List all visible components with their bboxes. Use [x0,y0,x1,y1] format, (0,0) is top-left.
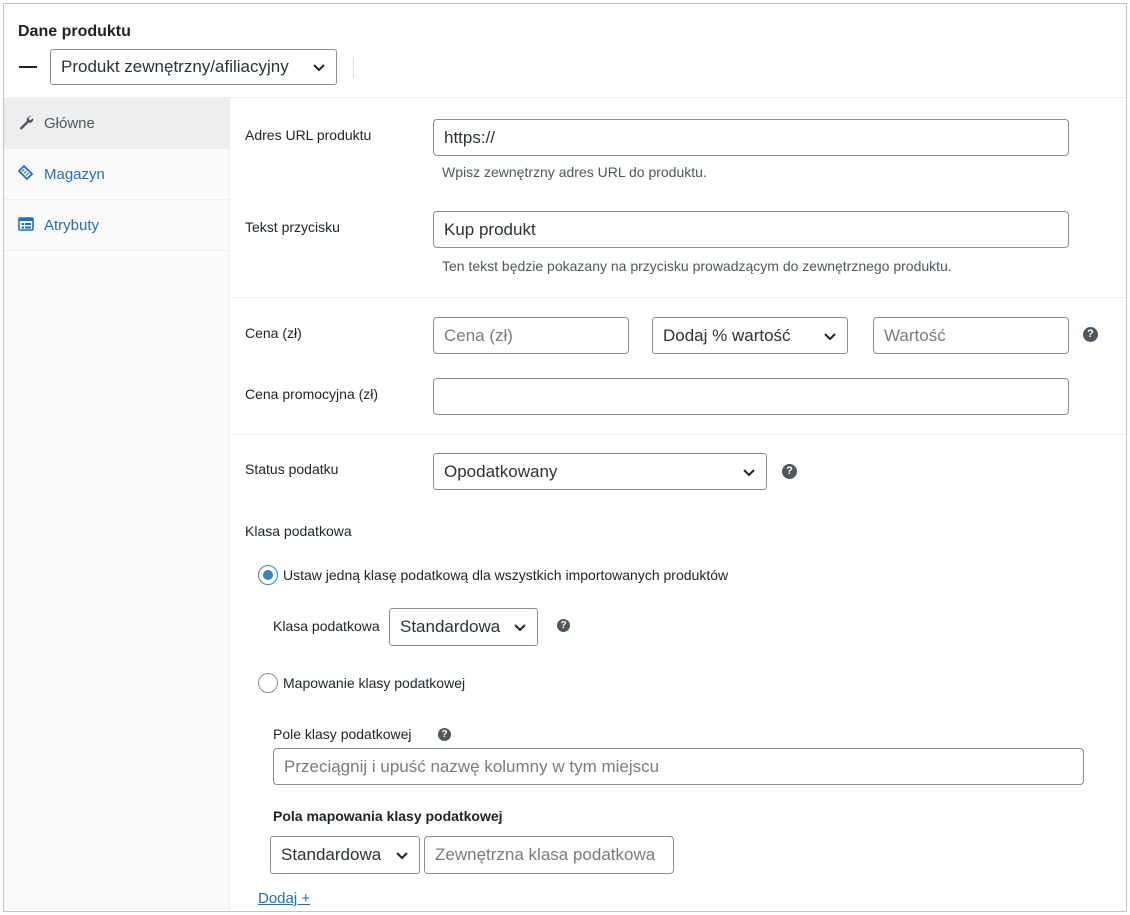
radio-single-tax-class[interactable] [258,565,278,585]
price-value-placeholder: Wartość [884,325,946,345]
tax-class-value: Standardowa [400,617,501,636]
collapse-toggle[interactable] [19,66,37,68]
tax-class-field-label: Pole klasy podatkowej [273,726,412,742]
mapping-tax-class-select[interactable]: Standardowa [270,836,420,874]
price-label: Cena (zł) [245,325,302,341]
chevron-down-icon [514,624,526,632]
tax-class-heading: Klasa podatkowa [245,523,352,539]
tax-class-field-placeholder: Przeciągnij i upuść nazwę kolumny w tym … [284,756,660,776]
chevron-down-icon [396,852,408,860]
header-separator [353,57,354,78]
tax-status-select[interactable]: Opodatkowany [433,453,767,490]
tab-general-label: Główne [44,115,95,132]
radio-mapping-label: Mapowanie klasy podatkowej [283,675,466,691]
section-divider [230,297,1126,298]
product-data-panel: Dane produktu Produkt zewnętrzny/afiliac… [3,3,1127,912]
url-label: Adres URL produktu [245,127,372,143]
sale-price-input[interactable] [433,378,1069,415]
help-icon[interactable]: ? [1083,327,1098,342]
button-text-label: Tekst przycisku [245,219,340,235]
tab-inventory[interactable]: Magazyn [4,149,229,200]
tab-attributes[interactable]: Atrybuty [4,200,229,251]
radio-tax-mapping[interactable] [258,673,278,693]
list-icon [18,217,34,231]
chevron-down-icon [313,64,325,72]
help-icon[interactable]: ? [438,728,451,741]
price-placeholder: Cena (zł) [444,325,513,345]
external-tax-class-input[interactable]: Zewnętrzna klasa podatkowa [424,836,674,874]
tab-inventory-label: Magazyn [44,166,105,183]
external-tax-class-placeholder: Zewnętrzna klasa podatkowa [435,845,656,864]
tab-attributes-label: Atrybuty [44,217,100,234]
tax-class-label: Klasa podatkowa [273,618,380,634]
tax-class-select[interactable]: Standardowa [389,608,538,646]
help-icon[interactable]: ? [557,619,570,632]
section-divider [230,434,1126,435]
radio-single-label: Ustaw jedną klasę podatkową dla wszystki… [283,567,729,583]
panel-title: Dane produktu [18,23,131,40]
mapping-fields-heading: Pola mapowania klasy podatkowej [273,808,503,824]
product-url-value: https:// [444,127,496,147]
price-value-input[interactable]: Wartość [873,317,1069,354]
price-modifier-select[interactable]: Dodaj % wartość [652,317,848,354]
wrench-icon [20,116,34,130]
product-type-select[interactable]: Produkt zewnętrzny/afiliacyjny [50,49,337,85]
tab-general[interactable]: Główne [4,98,229,149]
tax-status-label: Status podatku [245,461,339,477]
product-type-value: Produkt zewnętrzny/afiliacyjny [61,57,289,76]
tax-status-value: Opodatkowany [444,461,558,481]
button-text-value: Kup produkt [444,219,536,239]
product-data-tabs: Główne Magazyn Atrybuty [4,97,230,911]
chevron-down-icon [743,468,755,476]
mapping-tax-class-value: Standardowa [281,845,382,864]
help-icon[interactable]: ? [782,464,797,479]
general-tab-content: Adres URL produktu https:// Wpisz zewnęt… [230,97,1126,911]
chevron-down-icon [824,332,836,340]
sale-price-label: Cena promocyjna (zł) [245,386,379,402]
product-url-input[interactable]: https:// [433,119,1069,156]
button-text-input[interactable]: Kup produkt [433,211,1069,248]
add-mapping-link[interactable]: Dodaj + [258,890,310,907]
price-input[interactable]: Cena (zł) [433,317,629,354]
price-modifier-value: Dodaj % wartość [663,325,791,345]
button-text-description: Ten tekst będzie pokazany na przycisku p… [442,258,952,274]
tag-icon [18,165,34,181]
url-description: Wpisz zewnętrzny adres URL do produktu. [442,164,707,180]
tax-class-field-dropzone[interactable]: Przeciągnij i upuść nazwę kolumny w tym … [273,748,1084,785]
